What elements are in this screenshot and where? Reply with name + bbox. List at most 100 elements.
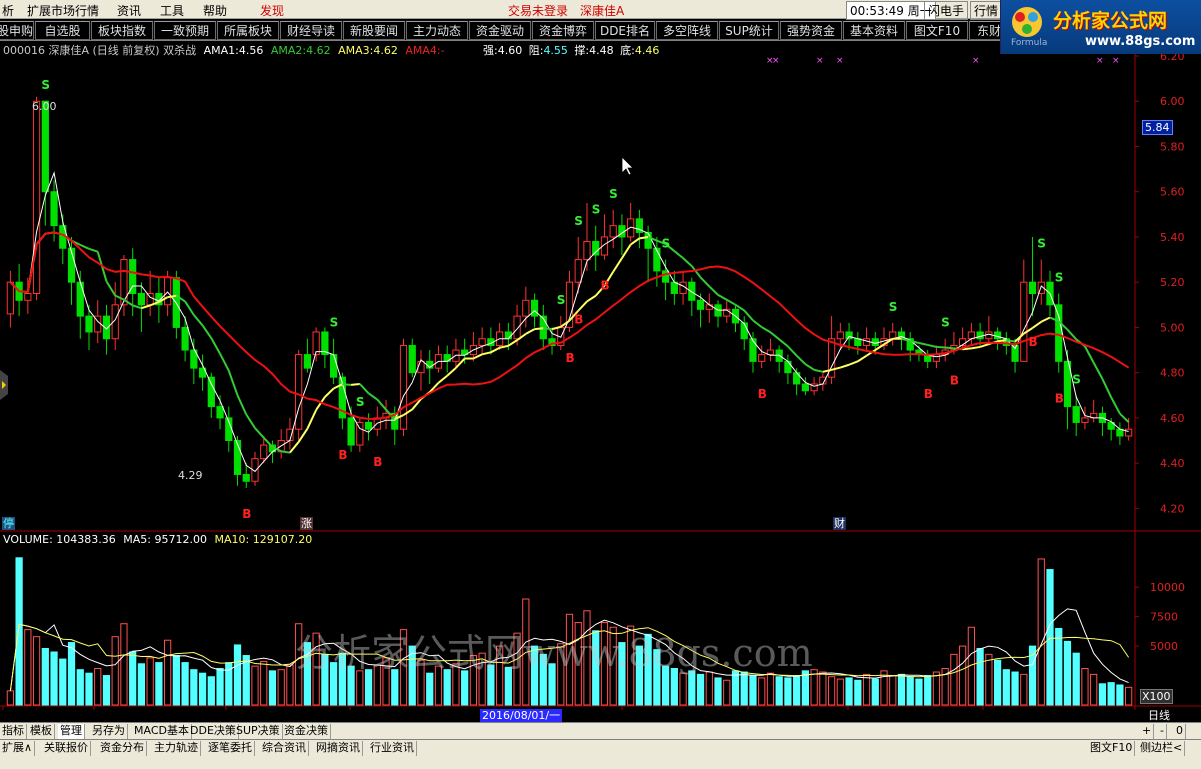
ama2-segment (945, 346, 954, 350)
tab-16[interactable]: 图文F10 (906, 21, 968, 40)
tab-1[interactable]: 股申购 (0, 21, 34, 40)
f10-button[interactable]: 图文F10 (1088, 741, 1136, 756)
buy-signal: B (1055, 392, 1064, 406)
tab-7[interactable]: 新股要闻 (343, 21, 405, 40)
sidebar-toggle-button[interactable]: 侧边栏< (1138, 741, 1186, 756)
tab-15[interactable]: 基本资料 (843, 21, 905, 40)
tab-9[interactable]: 资金驱动 (469, 21, 531, 40)
tab-3[interactable]: 板块指数 (91, 21, 153, 40)
tab-12[interactable]: 多空阵线 (656, 21, 718, 40)
tab-13[interactable]: SUP统计 (719, 21, 779, 40)
volume-bar (1116, 684, 1124, 706)
volume-bar (679, 672, 687, 706)
candle-body (32, 100, 41, 294)
volume-axis-label: 10000 (1150, 581, 1185, 594)
period-label[interactable]: 日线 (1148, 709, 1170, 722)
volume-bar (277, 669, 285, 706)
ama2-segment (359, 383, 370, 394)
ama2-segment (297, 428, 309, 443)
indicator-tab-6[interactable]: DDE决策 (188, 724, 239, 739)
price-axis-label: 4.20 (1160, 502, 1185, 515)
kline-chart-area[interactable]: 6.20 6.00 5.80 5.60 5.40 5.20 5.00 4.80 4.60 4.40… (0, 41, 1201, 722)
tab-11[interactable]: DDE排名 (595, 21, 655, 40)
sell-signal: S (592, 203, 601, 217)
indicator-tab-2[interactable]: 模板 (28, 724, 55, 739)
volume-bar (897, 673, 906, 706)
volume-bar (181, 662, 189, 706)
flash-trade-button[interactable]: 闪电手 (924, 1, 969, 20)
indicator-tab-7[interactable]: SUP决策 (234, 724, 283, 739)
ama2-segment (306, 409, 318, 430)
side-collapse-arrow-icon[interactable] (0, 370, 8, 400)
extension-tab-5[interactable]: 逐笔委托 (206, 741, 255, 756)
candle-body (530, 299, 539, 317)
logo-subtitle: Formula (1011, 38, 1048, 48)
volume-bar (1081, 667, 1089, 706)
volume-bar (50, 651, 58, 706)
candle-body (216, 406, 224, 419)
ama2-segment (132, 304, 142, 310)
candle-body (1125, 428, 1133, 437)
chart-info-bar: 000016 深康佳A (日线 前复权) 双杀战 AMA1:4.56 AMA2:… (3, 44, 445, 57)
volume-bar (819, 671, 827, 706)
menu-extended-market[interactable]: 扩展市场行情 (27, 2, 99, 19)
zoom-button-3[interactable]: 0 (1174, 724, 1186, 739)
extension-tab-8[interactable]: 行业资讯 (368, 741, 417, 756)
sell-signal: S (941, 316, 950, 330)
volume-bar (76, 669, 84, 706)
tab-6[interactable]: 财经导读 (280, 21, 342, 40)
price-axis-label: 5.40 (1160, 231, 1185, 244)
menu-news[interactable]: 资讯 (117, 2, 141, 19)
indicator-tab-1[interactable]: 指标 (0, 724, 27, 739)
indicator-tab-8[interactable]: 资金决策 (282, 724, 331, 739)
candle-body (609, 225, 617, 238)
tab-4[interactable]: 一致预期 (154, 21, 216, 40)
buy-signal: B (338, 448, 347, 462)
extension-tab-7[interactable]: 网摘资讯 (314, 741, 363, 756)
extension-tab-1[interactable]: 扩展∧ (0, 741, 36, 756)
tab-10[interactable]: 资金博弈 (532, 21, 594, 40)
candle-body (1028, 281, 1037, 294)
extension-tab-6[interactable]: 综合资讯 (260, 741, 309, 756)
ama2-segment (219, 353, 230, 372)
candle-body (76, 281, 84, 317)
menu-help[interactable]: 帮助 (203, 2, 227, 19)
zoom-button-1[interactable]: + (1140, 724, 1155, 739)
ama2-segment (534, 327, 544, 331)
volume-bar (111, 636, 119, 706)
candle-body (644, 231, 652, 249)
volume-bar (1055, 627, 1063, 706)
ama2-segment (1092, 362, 1104, 380)
price-axis-label: 5.00 (1160, 321, 1185, 334)
extension-tab-4[interactable]: 主力轨迹 (152, 741, 201, 756)
zoom-button-2[interactable]: - (1158, 724, 1167, 739)
volume-bar (1002, 669, 1010, 706)
quote-button[interactable]: 行情 (970, 1, 1003, 20)
tab-14[interactable]: 强势资金 (780, 21, 842, 40)
indicator-tab-3[interactable]: 管理 (58, 724, 85, 739)
indicator-tab-5[interactable]: MACD基本 (132, 724, 192, 739)
tab-8[interactable]: 主力动态 (406, 21, 468, 40)
menu-discover[interactable]: 发现 (260, 2, 284, 19)
menu-analysis[interactable]: 析 (2, 2, 14, 19)
ama2-segment (699, 276, 711, 288)
chart-canvas[interactable]: 6.206.005.805.605.405.205.004.804.604.40… (0, 41, 1201, 710)
candle-body (845, 331, 853, 340)
extension-tab-2[interactable]: 关联报价 (42, 741, 91, 756)
tab-2[interactable]: 自选股 (35, 21, 90, 40)
indicator-tab-4[interactable]: 另存为 (90, 724, 128, 739)
ama2-segment (1006, 339, 1016, 343)
volume-bar (924, 675, 932, 706)
menu-tools[interactable]: 工具 (160, 2, 184, 19)
volume-bar (251, 665, 259, 706)
candle-body (932, 354, 941, 362)
tab-5[interactable]: 所属板块 (217, 21, 279, 40)
ama2-segment (927, 343, 937, 348)
extension-tab-3[interactable]: 资金分布 (98, 741, 147, 756)
ama2-segment (857, 354, 868, 363)
volume-bar (32, 636, 41, 706)
ama2-segment (936, 345, 946, 349)
candle-body (303, 354, 312, 369)
candle-body (207, 376, 215, 408)
volume-bar (915, 678, 923, 706)
